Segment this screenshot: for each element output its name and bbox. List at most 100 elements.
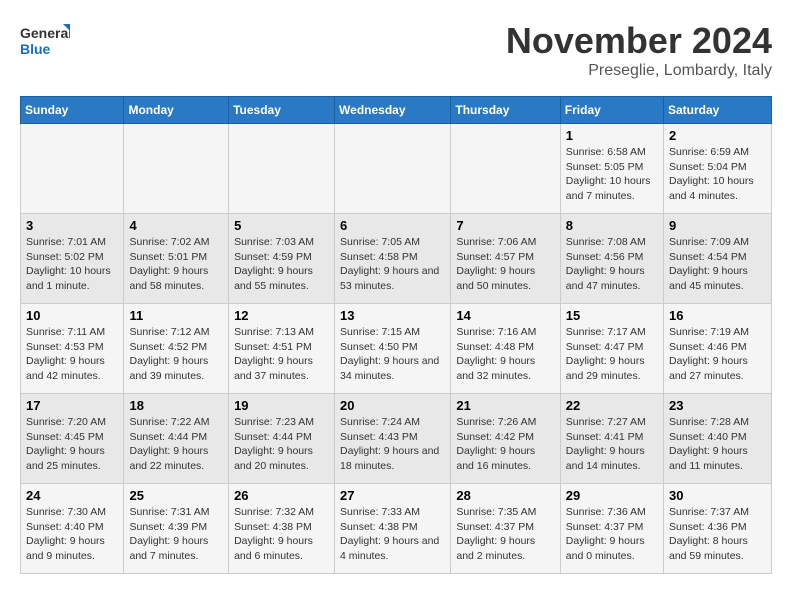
day-cell: 9Sunrise: 7:09 AM Sunset: 4:54 PM Daylig… [664,214,772,304]
day-number: 6 [340,218,445,233]
day-number: 11 [129,308,223,323]
day-number: 2 [669,128,766,143]
col-header-sunday: Sunday [21,97,124,124]
week-row-1: 1 Sunrise: 6:58 AM Sunset: 5:05 PM Daylig… [21,124,772,214]
day-number: 26 [234,488,329,503]
day-cell: 23 Sunrise: 7:28 AM Sunset: 4:40 PM Dayli… [664,394,772,484]
day-number: 4 [129,218,223,233]
day-cell: 26 Sunrise: 7:32 AM Sunset: 4:38 PM Dayli… [229,484,335,574]
day-cell: 17 Sunrise: 7:20 AM Sunset: 4:45 PM Dayli… [21,394,124,484]
day-number: 28 [456,488,554,503]
day-number: 30 [669,488,766,503]
day-cell: 22Sunrise: 7:27 AM Sunset: 4:41 PM Dayli… [560,394,663,484]
day-info: Sunrise: 7:24 AM Sunset: 4:43 PM Dayligh… [340,415,445,474]
day-cell: 20Sunrise: 7:24 AM Sunset: 4:43 PM Dayli… [335,394,451,484]
day-cell: 15 Sunrise: 7:17 AM Sunset: 4:47 PM Dayli… [560,304,663,394]
day-cell: 12 Sunrise: 7:13 AM Sunset: 4:51 PM Dayli… [229,304,335,394]
day-cell: 2 Sunrise: 6:59 AM Sunset: 5:04 PM Daylig… [664,124,772,214]
day-info: Sunrise: 7:32 AM Sunset: 4:38 PM Dayligh… [234,505,329,564]
day-cell: 27 Sunrise: 7:33 AM Sunset: 4:38 PM Dayli… [335,484,451,574]
day-info: Sunrise: 7:11 AM Sunset: 4:53 PM Dayligh… [26,325,118,384]
day-cell: 30Sunrise: 7:37 AM Sunset: 4:36 PM Dayli… [664,484,772,574]
day-number: 1 [566,128,658,143]
logo-svg: General Blue [20,20,70,65]
day-info: Sunrise: 7:13 AM Sunset: 4:51 PM Dayligh… [234,325,329,384]
day-number: 29 [566,488,658,503]
day-info: Sunrise: 7:23 AM Sunset: 4:44 PM Dayligh… [234,415,329,474]
day-cell: 8 Sunrise: 7:08 AM Sunset: 4:56 PM Daylig… [560,214,663,304]
day-number: 16 [669,308,766,323]
day-info: Sunrise: 7:33 AM Sunset: 4:38 PM Dayligh… [340,505,445,564]
day-number: 12 [234,308,329,323]
day-number: 15 [566,308,658,323]
day-info: Sunrise: 7:35 AM Sunset: 4:37 PM Dayligh… [456,505,554,564]
day-info: Sunrise: 7:08 AM Sunset: 4:56 PM Dayligh… [566,235,658,294]
day-info: Sunrise: 7:36 AM Sunset: 4:37 PM Dayligh… [566,505,658,564]
col-header-saturday: Saturday [664,97,772,124]
day-info: Sunrise: 7:01 AM Sunset: 5:02 PM Dayligh… [26,235,118,294]
day-info: Sunrise: 6:58 AM Sunset: 5:05 PM Dayligh… [566,145,658,204]
day-number: 13 [340,308,445,323]
week-row-4: 17 Sunrise: 7:20 AM Sunset: 4:45 PM Dayli… [21,394,772,484]
month-title: November 2024 [506,20,772,62]
day-info: Sunrise: 7:28 AM Sunset: 4:40 PM Dayligh… [669,415,766,474]
day-info: Sunrise: 7:12 AM Sunset: 4:52 PM Dayligh… [129,325,223,384]
day-number: 25 [129,488,223,503]
week-row-2: 3 Sunrise: 7:01 AM Sunset: 5:02 PM Daylig… [21,214,772,304]
day-info: Sunrise: 7:27 AM Sunset: 4:41 PM Dayligh… [566,415,658,474]
day-info: Sunrise: 7:05 AM Sunset: 4:58 PM Dayligh… [340,235,445,294]
day-number: 21 [456,398,554,413]
day-cell: 6 Sunrise: 7:05 AM Sunset: 4:58 PM Daylig… [335,214,451,304]
svg-text:General: General [20,25,70,41]
day-info: Sunrise: 7:02 AM Sunset: 5:01 PM Dayligh… [129,235,223,294]
day-number: 5 [234,218,329,233]
day-number: 18 [129,398,223,413]
day-info: Sunrise: 7:03 AM Sunset: 4:59 PM Dayligh… [234,235,329,294]
day-cell [124,124,229,214]
day-number: 14 [456,308,554,323]
title-area: November 2024 Preseglie, Lombardy, Italy [506,20,772,80]
day-info: Sunrise: 7:30 AM Sunset: 4:40 PM Dayligh… [26,505,118,564]
day-info: Sunrise: 7:15 AM Sunset: 4:50 PM Dayligh… [340,325,445,384]
day-number: 27 [340,488,445,503]
day-info: Sunrise: 7:20 AM Sunset: 4:45 PM Dayligh… [26,415,118,474]
day-cell: 11 Sunrise: 7:12 AM Sunset: 4:52 PM Dayli… [124,304,229,394]
day-info: Sunrise: 6:59 AM Sunset: 5:04 PM Dayligh… [669,145,766,204]
day-cell: 19Sunrise: 7:23 AM Sunset: 4:44 PM Dayli… [229,394,335,484]
col-header-friday: Friday [560,97,663,124]
day-cell [229,124,335,214]
week-row-3: 10 Sunrise: 7:11 AM Sunset: 4:53 PM Dayli… [21,304,772,394]
day-info: Sunrise: 7:26 AM Sunset: 4:42 PM Dayligh… [456,415,554,474]
day-cell: 25 Sunrise: 7:31 AM Sunset: 4:39 PM Dayli… [124,484,229,574]
day-number: 17 [26,398,118,413]
day-cell: 29 Sunrise: 7:36 AM Sunset: 4:37 PM Dayli… [560,484,663,574]
week-row-5: 24 Sunrise: 7:30 AM Sunset: 4:40 PM Dayli… [21,484,772,574]
day-cell: 16 Sunrise: 7:19 AM Sunset: 4:46 PM Dayli… [664,304,772,394]
day-info: Sunrise: 7:19 AM Sunset: 4:46 PM Dayligh… [669,325,766,384]
header: General Blue November 2024 Preseglie, Lo… [20,20,772,80]
day-number: 3 [26,218,118,233]
day-cell: 28 Sunrise: 7:35 AM Sunset: 4:37 PM Dayli… [451,484,560,574]
day-cell [451,124,560,214]
day-cell: 10 Sunrise: 7:11 AM Sunset: 4:53 PM Dayli… [21,304,124,394]
day-info: Sunrise: 7:31 AM Sunset: 4:39 PM Dayligh… [129,505,223,564]
day-cell [21,124,124,214]
day-cell: 3 Sunrise: 7:01 AM Sunset: 5:02 PM Daylig… [21,214,124,304]
day-number: 10 [26,308,118,323]
day-cell: 1 Sunrise: 6:58 AM Sunset: 5:05 PM Daylig… [560,124,663,214]
day-info: Sunrise: 7:17 AM Sunset: 4:47 PM Dayligh… [566,325,658,384]
svg-text:Blue: Blue [20,41,51,57]
day-info: Sunrise: 7:09 AM Sunset: 4:54 PM Dayligh… [669,235,766,294]
subtitle: Preseglie, Lombardy, Italy [506,62,772,80]
day-info: Sunrise: 7:16 AM Sunset: 4:48 PM Dayligh… [456,325,554,384]
day-cell: 4 Sunrise: 7:02 AM Sunset: 5:01 PM Daylig… [124,214,229,304]
day-cell: 21 Sunrise: 7:26 AM Sunset: 4:42 PM Dayli… [451,394,560,484]
col-header-wednesday: Wednesday [335,97,451,124]
col-header-thursday: Thursday [451,97,560,124]
day-number: 8 [566,218,658,233]
day-cell: 14 Sunrise: 7:16 AM Sunset: 4:48 PM Dayli… [451,304,560,394]
day-number: 24 [26,488,118,503]
col-header-tuesday: Tuesday [229,97,335,124]
day-number: 23 [669,398,766,413]
day-cell: 13 Sunrise: 7:15 AM Sunset: 4:50 PM Dayli… [335,304,451,394]
